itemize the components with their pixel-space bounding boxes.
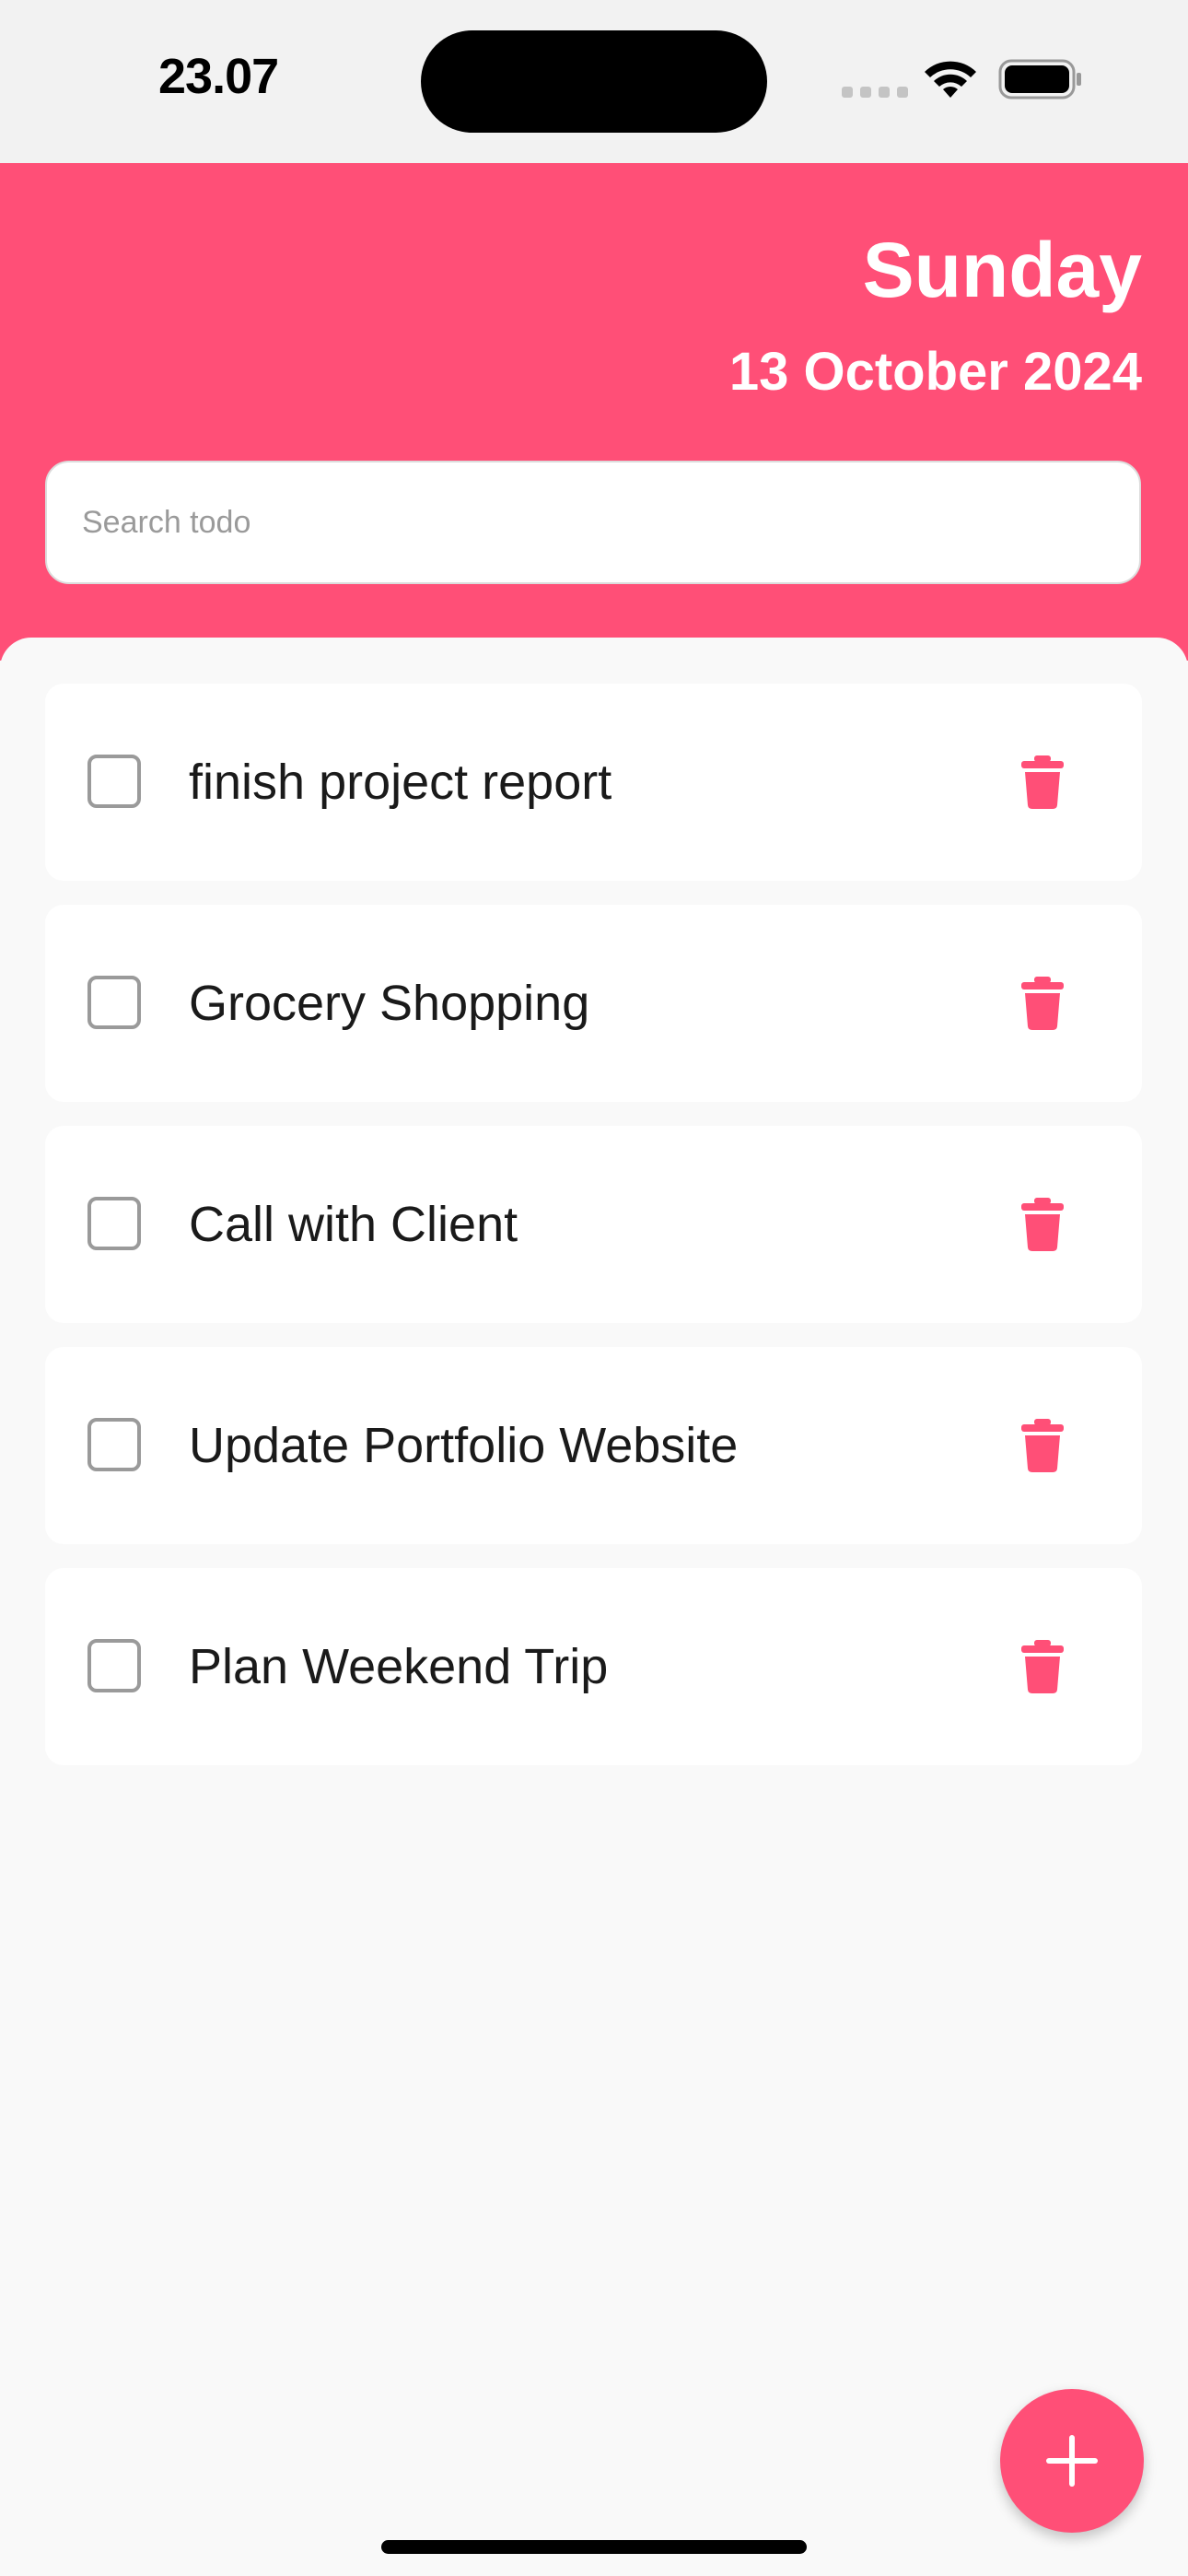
todo-checkbox[interactable] (87, 976, 141, 1029)
add-todo-button[interactable] (1000, 2389, 1144, 2533)
date-text: 13 October 2024 (728, 342, 1142, 402)
todo-text: finish project report (189, 755, 612, 810)
todo-item[interactable]: Update Portfolio Website (45, 1347, 1142, 1544)
plus-icon (1046, 2435, 1098, 2487)
status-bar: 23.07 (0, 0, 1188, 163)
trash-icon[interactable] (1021, 977, 1064, 1030)
trash-icon[interactable] (1021, 1419, 1064, 1472)
todo-item[interactable]: Call with Client (45, 1126, 1142, 1323)
wifi-icon (925, 61, 976, 98)
todo-checkbox[interactable] (87, 1418, 141, 1471)
todo-text: Plan Weekend Trip (189, 1639, 609, 1694)
app-screen: 23.07 Sunday 13 October 2024 finish proj… (0, 0, 1188, 2576)
todo-text: Call with Client (189, 1197, 518, 1252)
todo-checkbox[interactable] (87, 1639, 141, 1692)
todo-item[interactable]: finish project report (45, 684, 1142, 881)
todo-list: finish project report Grocery Shopping C… (45, 684, 1142, 1789)
cellular-signal-icon (842, 87, 908, 98)
home-indicator[interactable] (381, 2540, 807, 2554)
todo-text: Grocery Shopping (189, 976, 590, 1031)
todo-checkbox[interactable] (87, 755, 141, 808)
todo-content: finish project report Grocery Shopping C… (0, 638, 1188, 2576)
todo-item[interactable]: Grocery Shopping (45, 905, 1142, 1102)
dynamic-island (421, 30, 767, 133)
trash-icon[interactable] (1021, 1198, 1064, 1251)
trash-icon[interactable] (1021, 1640, 1064, 1693)
battery-icon (998, 59, 1081, 100)
header: Sunday 13 October 2024 (0, 163, 1188, 661)
status-time: 23.07 (158, 49, 279, 104)
todo-item[interactable]: Plan Weekend Trip (45, 1568, 1142, 1765)
todo-text: Update Portfolio Website (189, 1418, 739, 1473)
trash-icon[interactable] (1021, 755, 1064, 809)
todo-checkbox[interactable] (87, 1197, 141, 1250)
day-title: Sunday (862, 227, 1142, 313)
search-input[interactable] (45, 461, 1141, 584)
